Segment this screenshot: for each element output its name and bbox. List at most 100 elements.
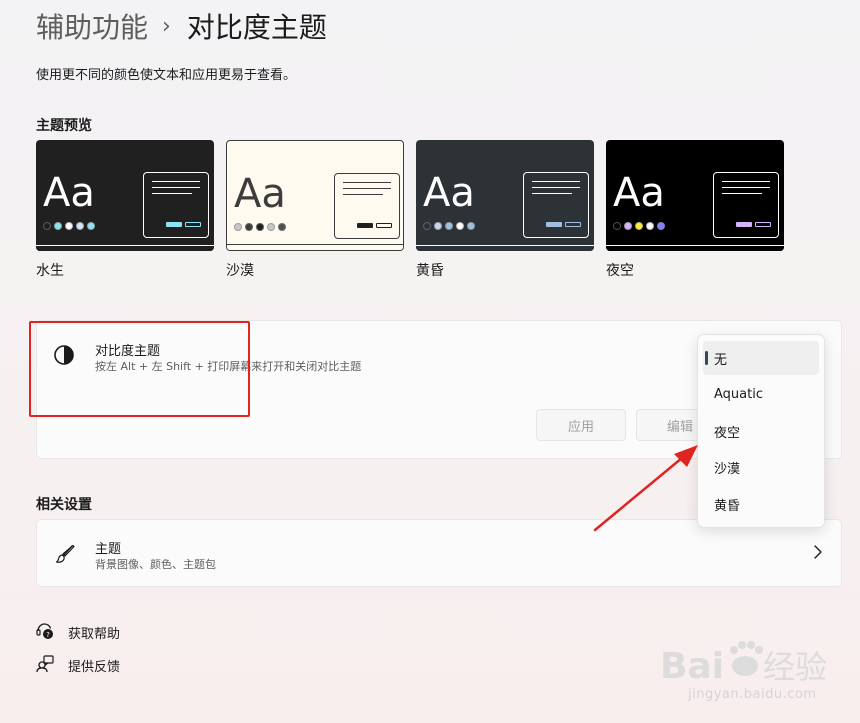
color-swatch: [467, 222, 475, 230]
theme-preview-card[interactable]: Aa: [416, 140, 594, 251]
theme-color-swatches: [234, 223, 286, 231]
related-settings-title: 相关设置: [36, 497, 92, 513]
page-description: 使用更不同的颜色使文本和应用更易于查看。: [36, 68, 297, 83]
color-swatch: [613, 222, 621, 230]
theme-preview-label: 水生: [36, 263, 64, 279]
watermark-url: jingyan.baidu.com: [688, 687, 817, 702]
theme-preview-card[interactable]: Aa: [606, 140, 784, 251]
highlight-box: [29, 321, 250, 417]
color-swatch: [76, 222, 84, 230]
theme-preview-aa: Aa: [423, 170, 475, 216]
color-swatch: [267, 223, 275, 231]
theme-color-swatches: [43, 222, 95, 230]
contrast-theme-dropdown[interactable]: 无 Aquatic 夜空沙漠黄昏: [697, 334, 825, 528]
preview-text-line: [343, 188, 391, 189]
svg-text:Bai: Bai: [660, 646, 724, 687]
dropdown-option-label: Aquatic: [714, 386, 763, 402]
annotation-arrow: [593, 445, 698, 532]
theme-preview-aa: Aa: [613, 170, 665, 216]
feedback-icon: [36, 655, 54, 673]
color-swatch: [423, 222, 431, 230]
preview-secondary-button: [185, 222, 201, 227]
theme-preview-window: [334, 173, 400, 239]
preview-taskbar: [606, 245, 784, 251]
dropdown-option-label: 黄昏: [714, 498, 741, 514]
theme-preview-window: [713, 172, 779, 238]
preview-primary-button: [357, 223, 373, 228]
page-title: 对比度主题: [186, 11, 327, 44]
theme-preview-label: 沙漠: [226, 263, 254, 279]
get-help-link[interactable]: 获取帮助: [68, 623, 120, 642]
color-swatch: [87, 222, 95, 230]
preview-secondary-button: [565, 222, 581, 227]
theme-preview-aa: Aa: [234, 171, 286, 217]
dropdown-option[interactable]: 沙漠: [703, 450, 819, 484]
theme-preview-window: [523, 172, 589, 238]
color-swatch: [646, 222, 654, 230]
preview-taskbar: [416, 245, 594, 251]
svg-text:经验: 经验: [763, 648, 827, 686]
preview-primary-button: [166, 222, 182, 227]
dropdown-option[interactable]: 无: [703, 341, 819, 375]
color-swatch: [434, 222, 442, 230]
chevron-right-icon: [814, 545, 822, 559]
dropdown-option[interactable]: 黄昏: [703, 487, 819, 521]
brush-icon: [55, 544, 75, 563]
preview-text-line: [532, 187, 580, 188]
selection-indicator: [705, 351, 708, 365]
preview-secondary-button: [755, 222, 771, 227]
dropdown-option-label: 沙漠: [714, 461, 741, 477]
theme-preview-label: 夜空: [606, 263, 634, 279]
breadcrumb-parent-accessibility[interactable]: 辅助功能: [36, 6, 148, 46]
apply-button[interactable]: 应用: [536, 409, 626, 441]
color-swatch: [657, 222, 665, 230]
preview-text-line: [532, 193, 572, 194]
color-swatch: [65, 222, 73, 230]
color-swatch: [445, 222, 453, 230]
color-swatch: [256, 223, 264, 231]
dropdown-option-label: 夜空: [714, 425, 741, 441]
color-swatch: [456, 222, 464, 230]
preview-text-line: [152, 193, 192, 194]
preview-text-line: [343, 194, 383, 195]
give-feedback-link[interactable]: 提供反馈: [68, 656, 120, 675]
theme-preview-card[interactable]: Aa: [226, 140, 404, 251]
preview-primary-button: [546, 222, 562, 227]
preview-taskbar: [227, 244, 403, 250]
dropdown-option[interactable]: Aquatic: [703, 377, 819, 411]
color-swatch: [234, 223, 242, 231]
breadcrumb-separator: ›: [162, 13, 171, 39]
color-swatch: [245, 223, 253, 231]
help-icon: ?: [36, 623, 53, 639]
preview-primary-button: [736, 222, 752, 227]
color-swatch: [278, 223, 286, 231]
preview-text-line: [152, 181, 200, 182]
color-swatch: [54, 222, 62, 230]
theme-preview-title: 主题预览: [36, 118, 92, 134]
dropdown-option-label: 无: [714, 352, 728, 368]
preview-text-line: [343, 182, 391, 183]
preview-text-line: [722, 187, 770, 188]
theme-preview-card[interactable]: Aa: [36, 140, 214, 251]
theme-color-swatches: [613, 222, 665, 230]
themes-row-subtitle: 背景图像、颜色、主题包: [95, 558, 216, 571]
preview-text-line: [152, 187, 200, 188]
breadcrumb: 辅助功能 › 对比度主题: [36, 6, 327, 46]
themes-row-title: 主题: [95, 542, 122, 557]
preview-secondary-button: [376, 223, 392, 228]
preview-text-line: [722, 193, 762, 194]
svg-text:?: ?: [46, 631, 50, 639]
preview-text-line: [722, 181, 770, 182]
color-swatch: [635, 222, 643, 230]
theme-preview-aa: Aa: [43, 170, 95, 216]
preview-taskbar: [36, 245, 214, 251]
baidu-jingyan-watermark: Bai 经验: [660, 641, 827, 687]
theme-preview-window: [143, 172, 209, 238]
themes-settings-row[interactable]: [36, 519, 842, 587]
theme-color-swatches: [423, 222, 475, 230]
dropdown-option[interactable]: 夜空: [703, 414, 819, 448]
color-swatch: [43, 222, 51, 230]
theme-preview-label: 黄昏: [416, 263, 444, 279]
color-swatch: [624, 222, 632, 230]
preview-text-line: [532, 181, 580, 182]
